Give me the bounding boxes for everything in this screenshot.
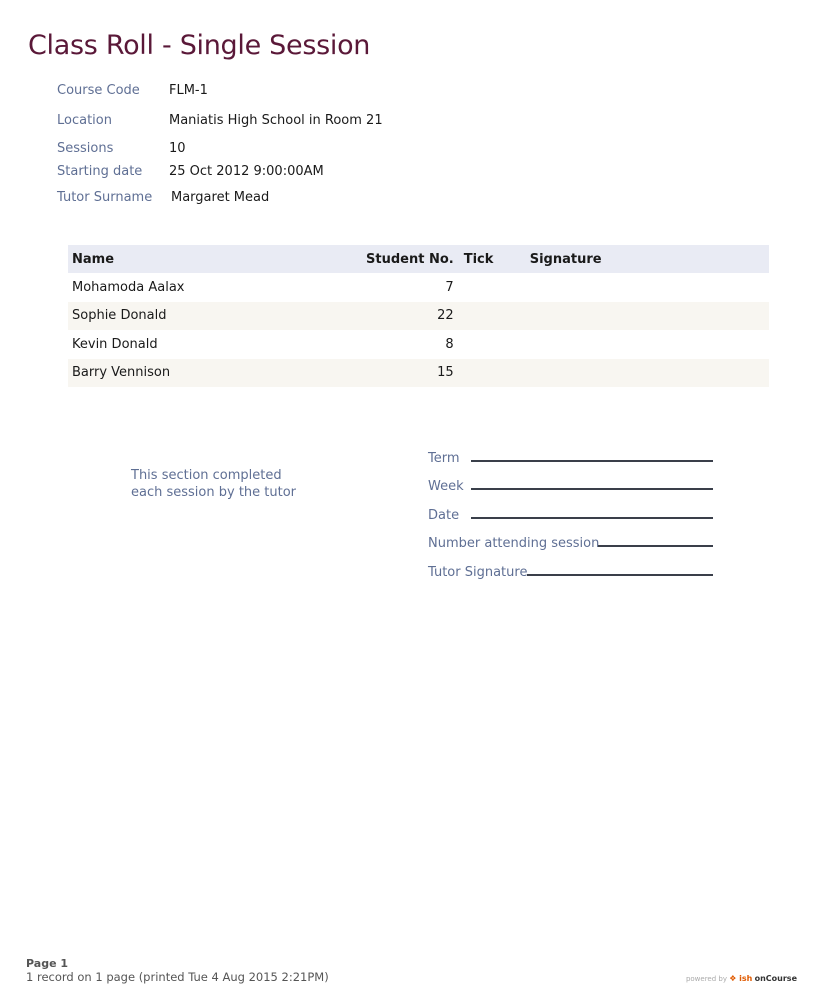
tick-cell <box>459 358 526 387</box>
week-label: Week <box>428 479 464 494</box>
table-row: Mohamoda Aalax 7 <box>68 273 769 302</box>
tutor-value: Margaret Mead <box>171 190 270 205</box>
location-label: Location <box>57 113 112 128</box>
course-code-value: FLM-1 <box>169 83 208 98</box>
date-label: Date <box>428 508 460 523</box>
starting-date-value: 25 Oct 2012 9:00:00AM <box>169 164 324 179</box>
header-name: Name <box>68 245 362 273</box>
student-number: 7 <box>445 279 454 295</box>
table-row: Barry Vennison 15 <box>68 358 769 387</box>
sessions-label: Sessions <box>57 141 114 156</box>
ish-logo-icon: ❖ ish <box>729 974 753 983</box>
number-attending-line <box>598 545 713 547</box>
class-roll-table: Name Student No. Tick Signature Mohamoda… <box>68 245 769 387</box>
tick-cell <box>459 301 526 330</box>
student-number: 8 <box>445 336 454 352</box>
student-name: Kevin Donald <box>72 336 158 352</box>
student-number: 22 <box>362 301 460 330</box>
page-number: Page 1 <box>26 957 69 970</box>
header-signature: Signature <box>525 245 769 273</box>
number-attending-label: Number attending session <box>428 536 600 551</box>
week-line <box>471 488 713 490</box>
sessions-value: 10 <box>169 141 186 156</box>
tutor-signature-line <box>527 574 713 576</box>
term-label: Term <box>428 451 460 466</box>
note-line-1: This section completed <box>131 468 282 483</box>
date-line <box>471 517 713 519</box>
note-line-2: each session by the tutor <box>131 485 297 500</box>
powered-by-text: powered by <box>685 975 727 983</box>
signature-cell <box>525 301 769 330</box>
student-number: 15 <box>362 358 460 387</box>
signature-cell <box>525 358 769 387</box>
brand-name: onCourse <box>754 974 797 983</box>
location-value: Maniatis High School in Room 21 <box>169 113 383 128</box>
signature-cell <box>526 330 769 359</box>
signature-cell <box>526 273 769 302</box>
page-title: Class Roll - Single Session <box>28 30 371 61</box>
student-name: Mohamoda Aalax <box>72 279 185 295</box>
header-student-no: Student No. <box>362 245 460 273</box>
tutor-section-note: This section completed each session by t… <box>131 467 296 501</box>
student-name: Barry Vennison <box>68 358 362 387</box>
tick-cell <box>460 273 526 302</box>
print-info: 1 record on 1 page (printed Tue 4 Aug 20… <box>26 970 329 984</box>
term-line <box>471 460 713 462</box>
table-header-row: Name Student No. Tick Signature <box>68 245 769 273</box>
tutor-label: Tutor Surname <box>57 190 153 205</box>
student-name: Sophie Donald <box>68 301 362 330</box>
starting-date-label: Starting date <box>57 164 143 179</box>
course-code-label: Course Code <box>57 83 140 98</box>
brand-logo: powered by ❖ ish onCourse <box>686 974 797 983</box>
tutor-signature-label: Tutor Signature <box>428 565 528 580</box>
tick-cell <box>460 330 526 359</box>
table-row: Kevin Donald 8 <box>68 330 769 359</box>
header-tick: Tick <box>459 245 526 273</box>
table-row: Sophie Donald 22 <box>68 301 769 330</box>
